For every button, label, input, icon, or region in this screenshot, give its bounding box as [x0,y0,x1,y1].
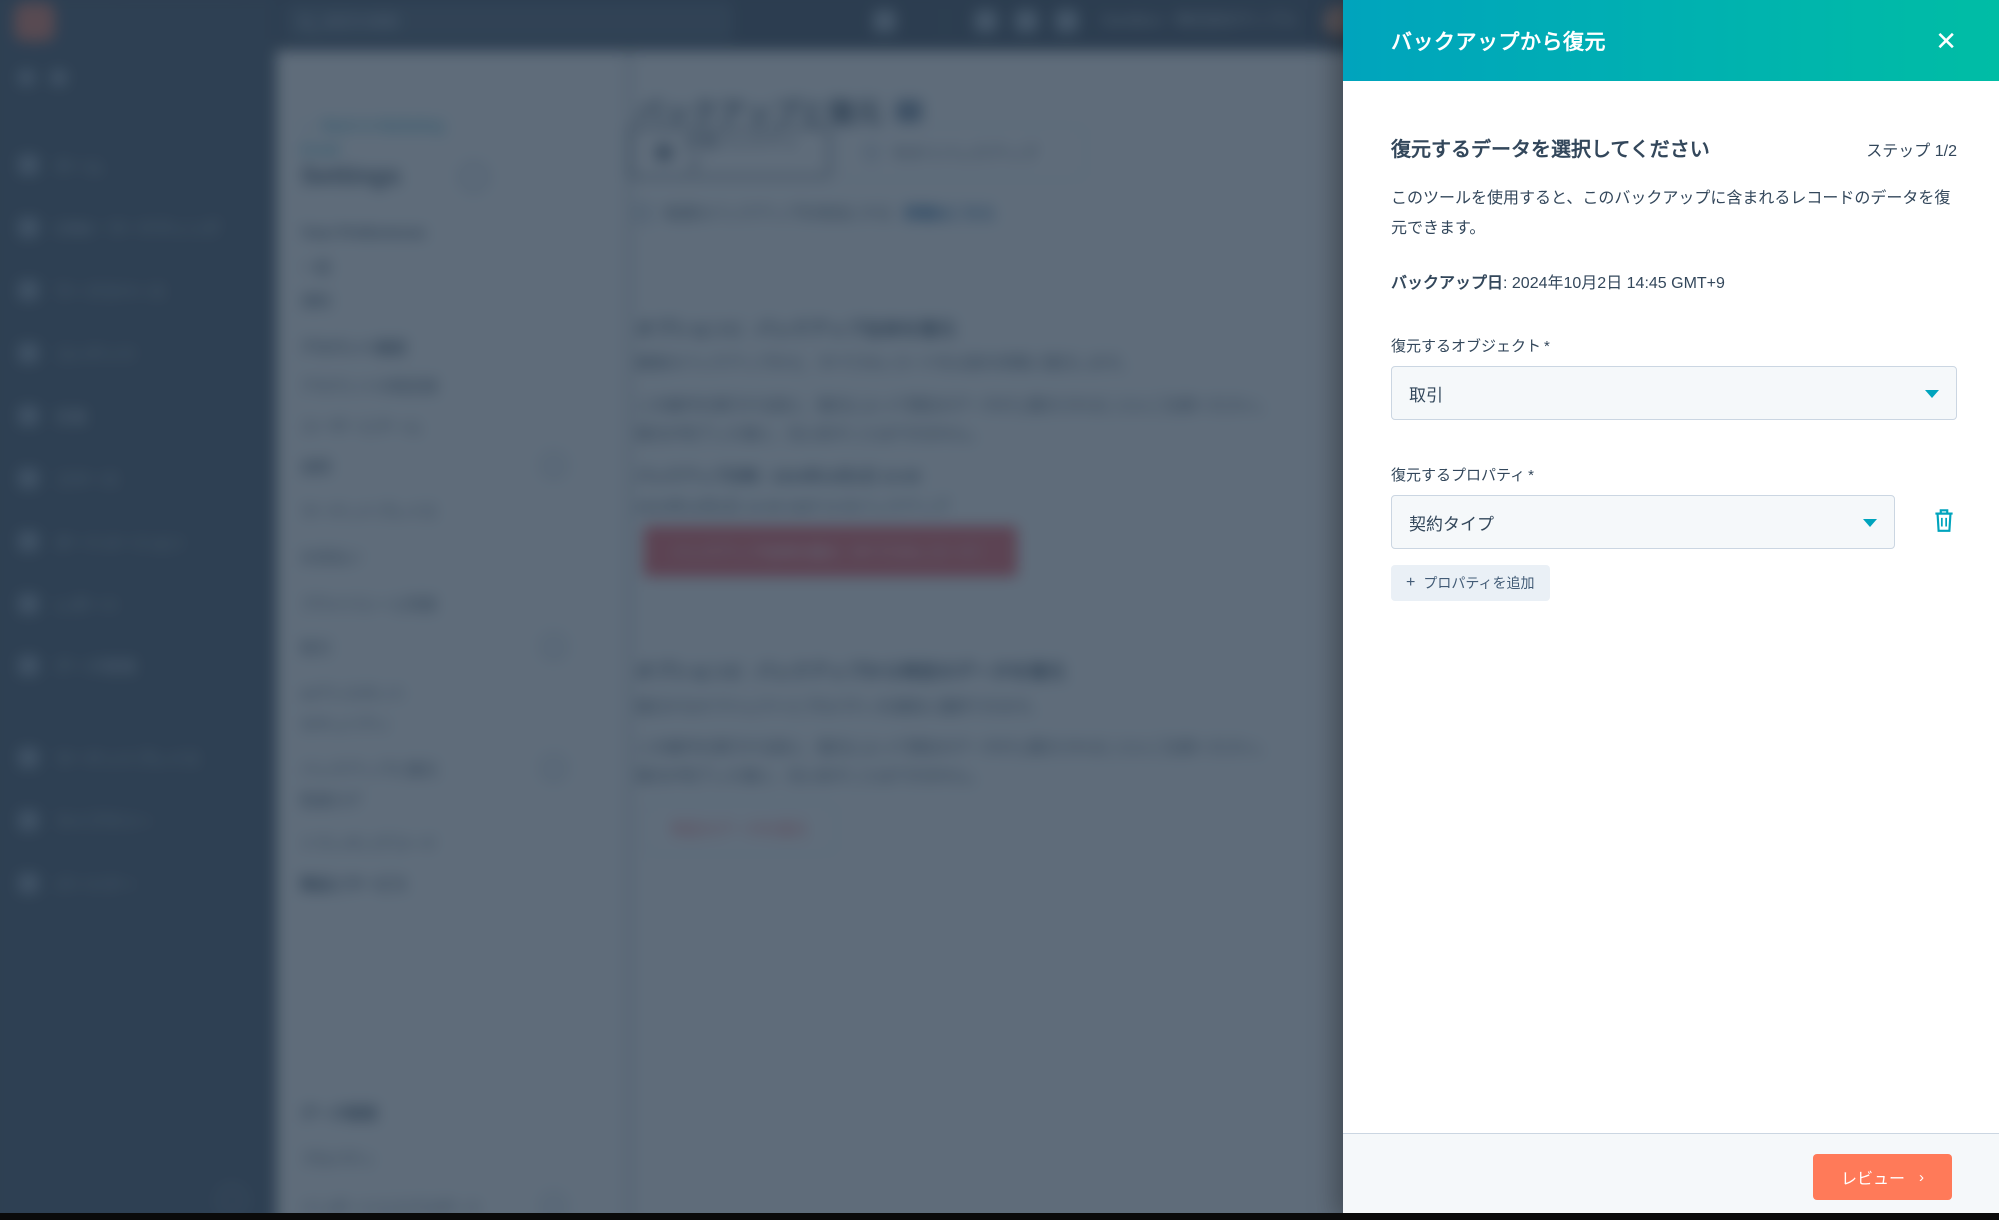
required-asterisk: * [1528,467,1534,485]
panel-header: バックアップから復元 ✕ [1343,0,1999,81]
caret-down-icon [1925,390,1939,399]
property-field-label: 復元するプロパティ * [1391,467,1534,485]
object-select-value: 取引 [1409,385,1443,405]
screen: ホーム CRM・マーケティング ワークスペース コンテンツ 営業 コマース オー… [0,0,1999,1220]
property-select-value: 契約タイプ [1409,514,1494,534]
add-property-button[interactable]: + プロパティを追加 [1391,565,1550,602]
panel-footer: レビュー › [1343,1133,1999,1220]
step-indicator: ステップ 1/2 [1866,143,1957,160]
property-select[interactable]: 契約タイプ [1391,495,1895,550]
backup-date-label: バックアップ日 [1391,275,1504,293]
screen-bottom-edge [0,1213,1999,1220]
chevron-right-icon: › [1919,1168,1924,1186]
trash-icon [1935,508,1953,532]
add-property-label: プロパティを追加 [1423,575,1535,592]
delete-property-button[interactable] [1931,506,1957,539]
plus-icon: + [1406,574,1416,592]
restore-panel: バックアップから復元 ✕ 復元するデータを選択してください ステップ 1/2 こ… [1343,0,1999,1220]
review-button-label: レビュー [1840,1171,1905,1188]
backup-date-value: : 2024年10月2日 14:45 GMT+9 [1503,275,1725,293]
close-icon[interactable]: ✕ [1935,28,1957,54]
object-field-label: 復元するオブジェクト * [1391,338,1550,356]
panel-title: バックアップから復元 [1391,30,1606,54]
panel-body: 復元するデータを選択してください ステップ 1/2 このツールを使用すると、この… [1343,81,1999,1133]
panel-heading: 復元するデータを選択してください [1391,139,1710,161]
review-button[interactable]: レビュー › [1812,1154,1952,1200]
backup-date-line: バックアップ日: 2024年10月2日 14:45 GMT+9 [1391,269,1957,293]
required-asterisk: * [1544,338,1550,356]
panel-description: このツールを使用すると、このバックアップに含まれるレコードのデータを復元できます… [1391,190,1951,237]
caret-down-icon [1863,519,1877,528]
object-select[interactable]: 取引 [1391,366,1957,421]
